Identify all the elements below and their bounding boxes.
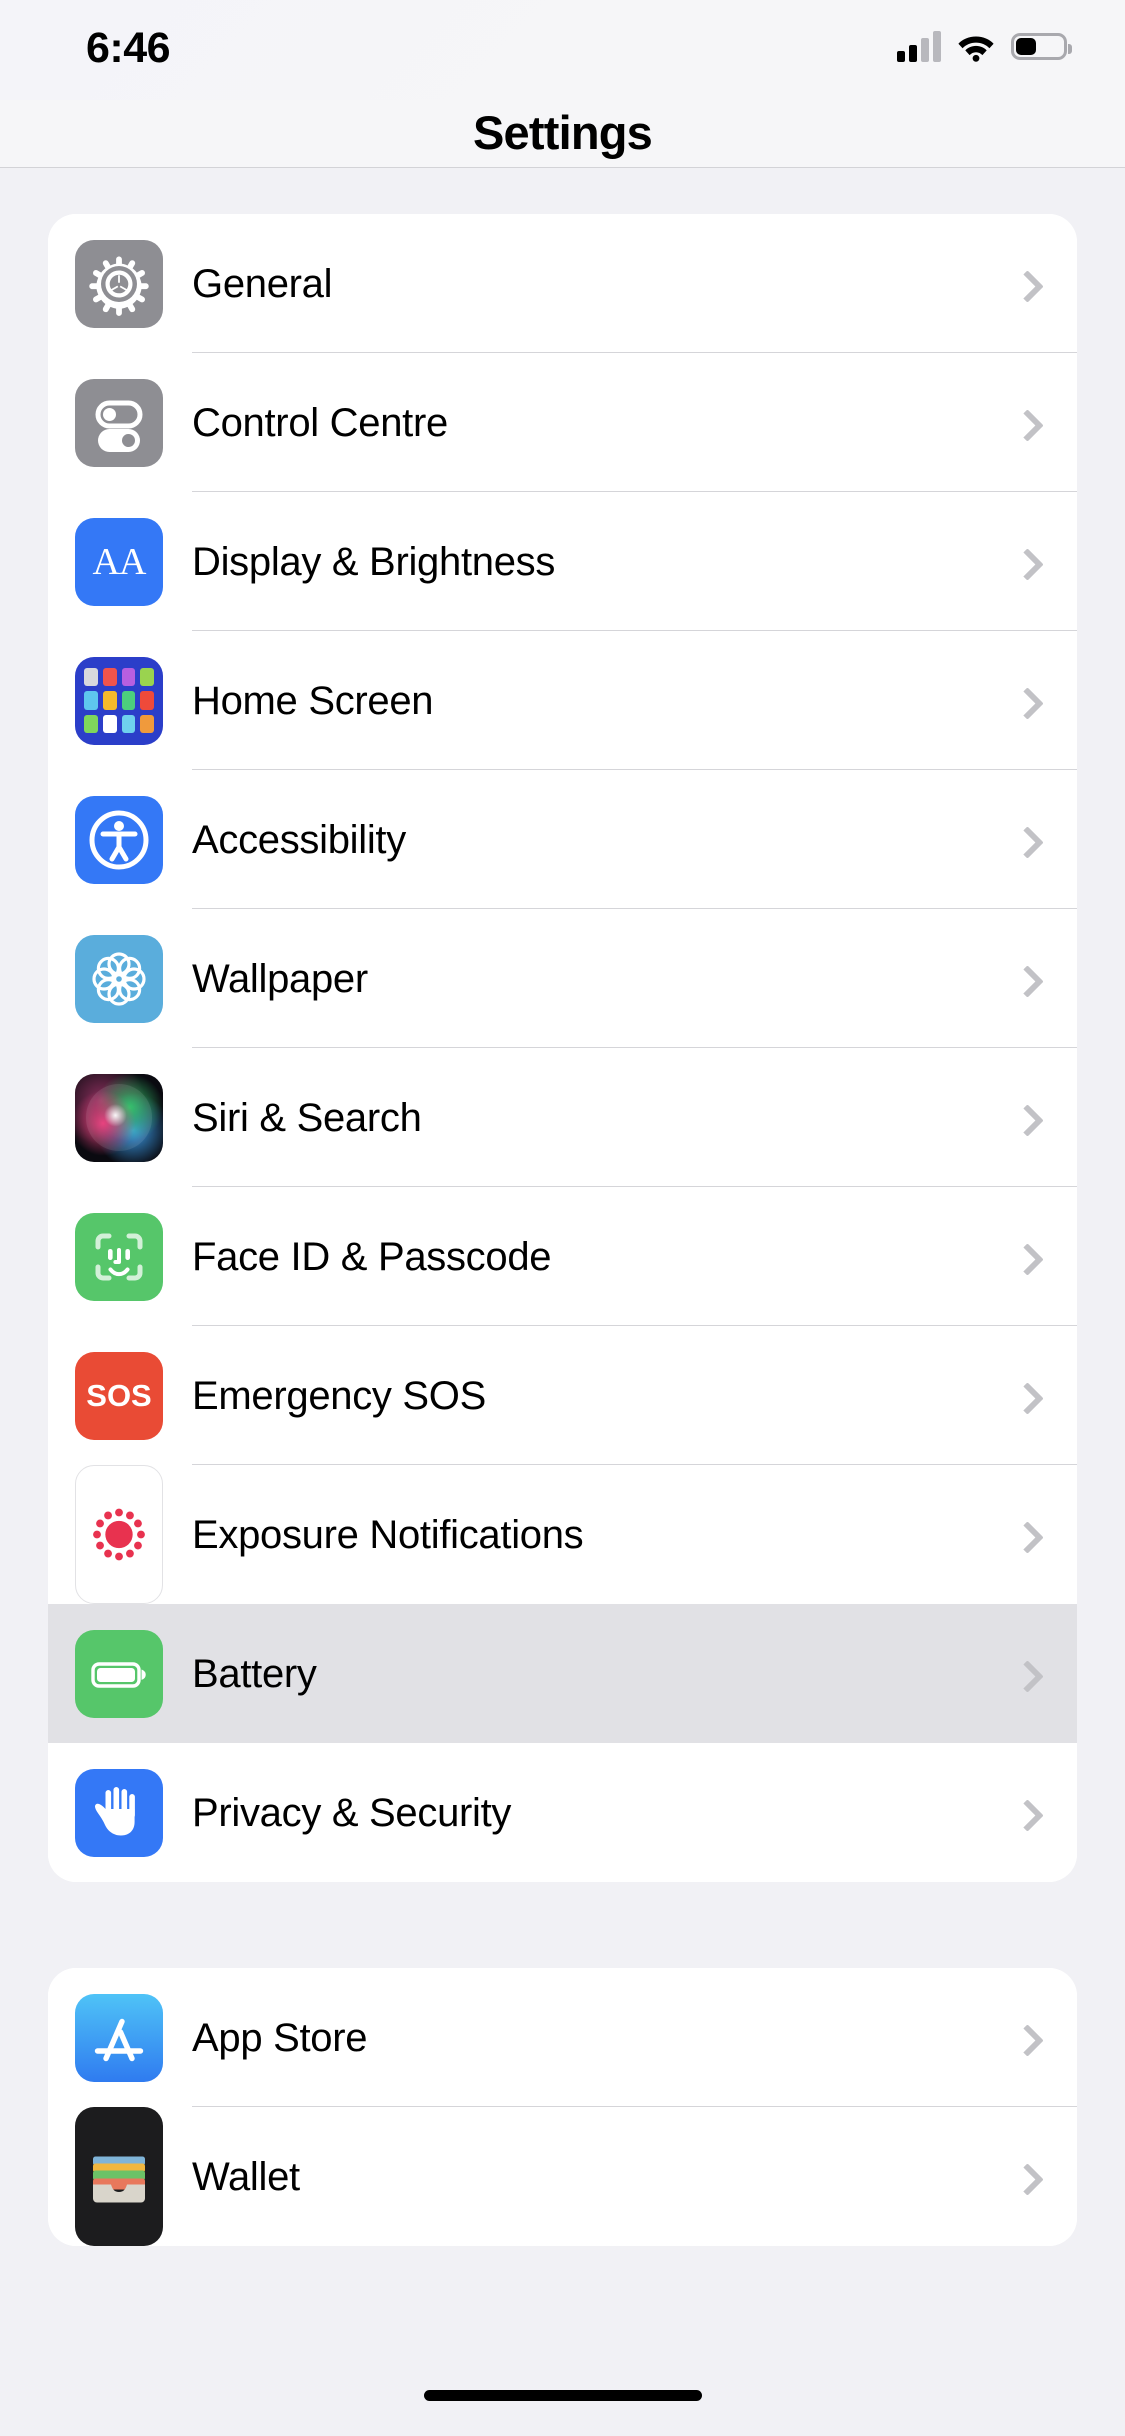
chevron-right-icon — [1011, 964, 1044, 998]
settings-screen: 6:46 Settings General Control Centre AA … — [0, 0, 1125, 2436]
settings-row-emergency-sos[interactable]: SOS Emergency SOS — [48, 1326, 1077, 1465]
settings-row-control-centre[interactable]: Control Centre — [48, 353, 1077, 492]
row-body: Privacy & Security — [192, 1743, 1077, 1882]
settings-row-label: Wallet — [192, 2154, 300, 2199]
settings-row-label: Control Centre — [192, 400, 448, 445]
accessibility-person-icon — [75, 795, 163, 884]
row-body: Exposure Notifications — [192, 1465, 1077, 1604]
aa-glyph: AA — [75, 517, 163, 606]
settings-row-label: Siri & Search — [192, 1095, 422, 1140]
settings-row-label: Emergency SOS — [192, 1373, 486, 1418]
row-body: General — [192, 214, 1077, 353]
chevron-right-icon — [1011, 408, 1044, 442]
row-body: Home Screen — [192, 631, 1077, 770]
app-store-icon — [75, 1993, 163, 2082]
settings-row-label: Privacy & Security — [192, 1790, 512, 1835]
settings-row-privacy-security[interactable]: Privacy & Security — [48, 1743, 1077, 1882]
chevron-right-icon — [1011, 2162, 1044, 2196]
chevron-right-icon — [1011, 1659, 1044, 1693]
wifi-icon — [955, 30, 997, 62]
battery-green-icon — [75, 1629, 163, 1718]
home-indicator[interactable] — [423, 2390, 702, 2401]
app-grid — [75, 656, 163, 745]
settings-row-home-screen[interactable]: Home Screen — [48, 631, 1077, 770]
row-body: Control Centre — [192, 353, 1077, 492]
page-title: Settings — [472, 106, 653, 159]
aa-text-size-icon: AA — [75, 517, 163, 606]
row-body: Emergency SOS — [192, 1326, 1077, 1465]
battery-icon — [1011, 32, 1072, 60]
siri-orb-icon — [75, 1073, 163, 1162]
settings-row-exposure-notifications[interactable]: Exposure Notifications — [48, 1465, 1077, 1604]
settings-row-general[interactable]: General — [48, 214, 1077, 353]
settings-row-siri-search[interactable]: Siri & Search — [48, 1048, 1077, 1187]
exposure-notifications-icon — [75, 1465, 163, 1604]
settings-row-label: Display & Brightness — [192, 539, 556, 584]
settings-list[interactable]: General Control Centre AA Display & Brig… — [0, 168, 1125, 2382]
settings-group-store: App Store Wallet — [48, 1968, 1077, 2246]
chevron-right-icon — [1011, 269, 1044, 303]
settings-row-label: Accessibility — [192, 817, 406, 862]
hand-privacy-icon — [75, 1768, 163, 1857]
settings-row-battery[interactable]: Battery — [48, 1604, 1077, 1743]
cellular-signal-icon — [897, 30, 941, 62]
chevron-right-icon — [1011, 1103, 1044, 1137]
settings-row-app-store[interactable]: App Store — [48, 1968, 1077, 2107]
row-body: Battery — [192, 1604, 1077, 1743]
row-body: App Store — [192, 1968, 1077, 2107]
settings-row-label: Face ID & Passcode — [192, 1234, 552, 1279]
sos-icon: SOS — [75, 1351, 163, 1440]
settings-row-accessibility[interactable]: Accessibility — [48, 770, 1077, 909]
siri-orb — [75, 1073, 163, 1162]
settings-row-display-brightness[interactable]: AA Display & Brightness — [48, 492, 1077, 631]
settings-row-wallpaper[interactable]: Wallpaper — [48, 909, 1077, 1048]
settings-row-label: General — [192, 261, 333, 306]
gear-icon — [75, 239, 163, 328]
toggles-icon — [75, 378, 163, 467]
settings-row-label: Home Screen — [192, 678, 434, 723]
chevron-right-icon — [1011, 1381, 1044, 1415]
chevron-right-icon — [1011, 1520, 1044, 1554]
home-indicator-area — [0, 2382, 1125, 2436]
face-id-icon — [75, 1212, 163, 1301]
status-bar-indicators — [897, 30, 1072, 62]
chevron-right-icon — [1011, 1798, 1044, 1832]
chevron-right-icon — [1011, 686, 1044, 720]
sos-glyph: SOS — [75, 1351, 163, 1440]
row-body: Face ID & Passcode — [192, 1187, 1077, 1326]
chevron-right-icon — [1011, 547, 1044, 581]
app-grid-icon — [75, 656, 163, 745]
chevron-right-icon — [1011, 825, 1044, 859]
chevron-right-icon — [1011, 2023, 1044, 2057]
status-bar: 6:46 — [0, 0, 1125, 100]
row-body: Accessibility — [192, 770, 1077, 909]
settings-row-label: Exposure Notifications — [192, 1512, 584, 1557]
settings-row-face-id-passcode[interactable]: Face ID & Passcode — [48, 1187, 1077, 1326]
chevron-right-icon — [1011, 1242, 1044, 1276]
settings-row-label: Wallpaper — [192, 956, 368, 1001]
flower-wallpaper-icon — [75, 934, 163, 1023]
row-body: Wallpaper — [192, 909, 1077, 1048]
settings-row-label: App Store — [192, 2015, 368, 2060]
row-body: Siri & Search — [192, 1048, 1077, 1187]
settings-row-label: Battery — [192, 1651, 317, 1696]
settings-group-system: General Control Centre AA Display & Brig… — [48, 214, 1077, 1882]
settings-row-wallet[interactable]: Wallet — [48, 2107, 1077, 2246]
status-bar-time: 6:46 — [86, 24, 171, 72]
wallet-icon — [75, 2107, 163, 2246]
navigation-bar: Settings — [0, 100, 1125, 168]
row-body: Wallet — [192, 2107, 1077, 2246]
row-body: Display & Brightness — [192, 492, 1077, 631]
